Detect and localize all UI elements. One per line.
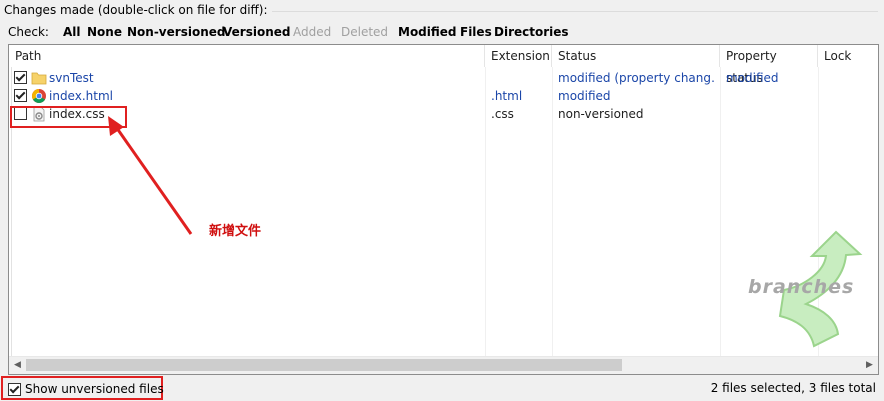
horizontal-scrollbar[interactable]: ◀ ▶ <box>9 356 878 374</box>
annotation-label: 新增文件 <box>209 224 262 239</box>
column-header-path[interactable]: Path <box>9 45 485 67</box>
column-header-extension[interactable]: Extension <box>485 45 552 67</box>
column-header-lock[interactable]: Lock <box>818 45 878 67</box>
row-checkbox[interactable] <box>14 71 27 84</box>
chrome-icon <box>31 88 47 104</box>
check-all-link[interactable]: All <box>63 25 81 39</box>
check-directories-link[interactable]: Directories <box>494 25 569 39</box>
row-status: non-versioned <box>558 107 644 121</box>
scroll-thumb[interactable] <box>26 359 622 371</box>
folder-icon <box>31 70 47 86</box>
check-versioned-link[interactable]: Versioned <box>223 25 290 39</box>
annotation-highlight-box <box>10 106 127 128</box>
check-none-link[interactable]: None <box>87 25 122 39</box>
row-status: modified (property chang… <box>558 71 716 85</box>
row-path: svnTest <box>49 71 94 85</box>
check-label: Check: <box>8 25 49 39</box>
selection-summary: 2 files selected, 3 files total <box>710 381 876 395</box>
check-added-link: Added <box>293 25 332 39</box>
row-status: modified <box>558 89 611 103</box>
show-unversioned-label[interactable]: Show unversioned files <box>25 382 164 396</box>
scroll-right-icon[interactable]: ▶ <box>861 357 878 374</box>
table-row[interactable]: index.css .css non-versioned <box>9 105 878 123</box>
table-row[interactable]: index.html .html modified <box>9 87 878 105</box>
watermark-text: branches <box>748 276 855 298</box>
check-files-link[interactable]: Files <box>460 25 492 39</box>
check-non-versioned-link[interactable]: Non-versioned <box>127 25 225 39</box>
group-divider <box>244 11 878 12</box>
check-modified-link[interactable]: Modified <box>398 25 457 39</box>
row-extension: .css <box>491 107 514 121</box>
row-property-status: modified <box>726 71 779 85</box>
show-unversioned-check[interactable] <box>8 383 21 396</box>
row-path: index.html <box>49 89 113 103</box>
column-header-status[interactable]: Status <box>552 45 720 67</box>
row-checkbox[interactable] <box>14 89 27 102</box>
row-extension: .html <box>491 89 523 103</box>
table-row[interactable]: svnTest modified (property chang… modifi… <box>9 69 878 87</box>
scroll-left-icon[interactable]: ◀ <box>9 357 26 374</box>
branches-watermark: branches <box>740 228 875 356</box>
column-header-property-status[interactable]: Property status <box>720 45 818 85</box>
check-deleted-link: Deleted <box>341 25 389 39</box>
group-title: Changes made (double-click on file for d… <box>4 3 272 17</box>
list-header: Path Extension Status Property status Lo… <box>9 45 878 85</box>
